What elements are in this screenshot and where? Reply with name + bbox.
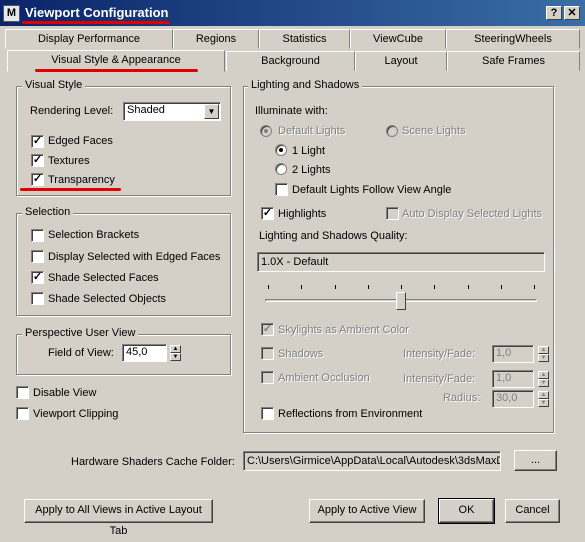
shade-selected-faces-label: Shade Selected Faces: [48, 272, 159, 284]
reflections-label: Reflections from Environment: [278, 408, 423, 420]
textures-label: Textures: [48, 155, 90, 167]
display-selected-edged-checkbox[interactable]: [31, 250, 44, 263]
cache-folder-label: Hardware Shaders Cache Folder:: [71, 456, 235, 468]
auto-display-label: Auto Display Selected Lights: [402, 208, 543, 220]
tab-display-performance[interactable]: Display Performance: [5, 29, 173, 49]
annotation-underline-title: [22, 21, 170, 24]
fov-label: Field of View:: [48, 347, 114, 359]
default-lights-label: Default Lights: [278, 125, 346, 137]
slider-tick: [301, 285, 303, 289]
two-lights-label: 2 Lights: [292, 164, 331, 176]
apply-active-view-button[interactable]: Apply to Active View: [309, 499, 425, 523]
close-button[interactable]: ✕: [564, 6, 580, 20]
scene-lights-label: Scene Lights: [402, 125, 466, 137]
apply-all-views-button[interactable]: Apply to All Views in Active Layout Tab: [24, 499, 213, 537]
quality-slider-thumb[interactable]: [396, 292, 406, 310]
auto-display-checkbox[interactable]: [386, 207, 399, 220]
fov-spin-up-icon[interactable]: ▲: [170, 345, 181, 353]
tab-layout[interactable]: Layout: [355, 51, 447, 71]
disable-view-label: Disable View: [33, 387, 97, 399]
shadows-checkbox[interactable]: [261, 347, 274, 360]
viewport-clipping-label: Viewport Clipping: [33, 408, 119, 420]
selection-title: Selection: [22, 206, 74, 218]
radius-label: Radius:: [443, 392, 481, 404]
slider-tick: [268, 285, 269, 289]
quality-label: Lighting and Shadows Quality:: [259, 230, 408, 242]
intensity-label-2: Intensity/Fade:: [403, 373, 476, 385]
help-button[interactable]: ?: [546, 6, 562, 20]
intensity-2-down-icon[interactable]: ▼: [538, 379, 549, 387]
intensity-input-2[interactable]: 1,0: [492, 370, 534, 388]
follow-view-angle-label: Default Lights Follow View Angle: [292, 184, 452, 196]
intensity-1-down-icon[interactable]: ▼: [538, 354, 549, 362]
ambient-occlusion-checkbox[interactable]: [261, 371, 274, 384]
default-lights-radio[interactable]: [260, 125, 272, 137]
radius-up-icon[interactable]: ▲: [538, 391, 549, 399]
cache-folder-path: C:\Users\Girmice\AppData\Local\Autodesk\…: [243, 451, 501, 471]
cancel-button[interactable]: Cancel: [505, 499, 560, 523]
display-selected-edged-label: Display Selected with Edged Faces: [48, 251, 221, 263]
quality-readout: 1.0X - Default: [257, 252, 545, 272]
highlights-checkbox[interactable]: ✓: [261, 207, 274, 220]
radius-input[interactable]: 30,0: [492, 390, 534, 408]
selection-brackets-label: Selection Brackets: [48, 229, 140, 241]
tab-statistics[interactable]: Statistics: [259, 29, 350, 49]
intensity-label-1: Intensity/Fade:: [403, 348, 476, 360]
edged-faces-checkbox[interactable]: ✓: [31, 135, 44, 148]
tab-viewcube[interactable]: ViewCube: [350, 29, 446, 49]
viewport-clipping-checkbox[interactable]: [16, 407, 29, 420]
tab-regions[interactable]: Regions: [173, 29, 259, 49]
lighting-title: Lighting and Shadows: [248, 79, 363, 91]
one-light-radio[interactable]: [275, 144, 287, 156]
edged-faces-label: Edged Faces: [48, 135, 113, 147]
fov-input[interactable]: 45,0: [122, 344, 167, 362]
shade-selected-faces-checkbox[interactable]: ✓: [31, 271, 44, 284]
perspective-title: Perspective User View: [22, 327, 139, 339]
visual-style-title: Visual Style: [22, 79, 86, 91]
illuminate-label: Illuminate with:: [255, 105, 328, 117]
browse-button[interactable]: ...: [514, 450, 557, 471]
slider-tick: [367, 285, 369, 289]
window-title: Viewport Configuration: [25, 5, 169, 20]
skylights-label: Skylights as Ambient Color: [278, 324, 409, 336]
skylights-checkbox[interactable]: ✓: [261, 323, 274, 336]
rendering-level-value: Shaded: [127, 104, 165, 116]
two-lights-radio[interactable]: [275, 163, 287, 175]
app-icon: M: [3, 5, 20, 22]
rendering-level-label: Rendering Level:: [30, 105, 114, 117]
intensity-2-up-icon[interactable]: ▲: [538, 371, 549, 379]
transparency-checkbox[interactable]: ✓: [31, 173, 44, 186]
shade-selected-objects-label: Shade Selected Objects: [48, 293, 167, 305]
slider-tick: [401, 285, 402, 289]
shade-selected-objects-checkbox[interactable]: [31, 292, 44, 305]
tab-steeringwheels[interactable]: SteeringWheels: [446, 29, 580, 49]
tab-safe-frames[interactable]: Safe Frames: [447, 51, 580, 71]
disable-view-checkbox[interactable]: [16, 386, 29, 399]
title-bar: M Viewport Configuration ? ✕: [0, 0, 585, 26]
fov-spin-down-icon[interactable]: ▼: [170, 353, 181, 361]
intensity-input-1[interactable]: 1,0: [492, 345, 534, 363]
scene-lights-radio[interactable]: [386, 125, 398, 137]
ambient-occlusion-label: Ambient Occlusion: [278, 372, 370, 384]
textures-checkbox[interactable]: ✓: [31, 154, 44, 167]
intensity-1-up-icon[interactable]: ▲: [538, 346, 549, 354]
shadows-label: Shadows: [278, 348, 324, 360]
one-light-label: 1 Light: [292, 145, 326, 157]
chevron-down-icon[interactable]: ▼: [204, 104, 219, 119]
reflections-checkbox[interactable]: [261, 407, 274, 420]
slider-tick: [334, 285, 336, 289]
annotation-underline-tab: [35, 69, 198, 72]
slider-tick: [500, 285, 502, 289]
transparency-label: Transparency: [48, 174, 115, 186]
annotation-underline-transparency: [20, 188, 121, 191]
slider-tick: [534, 285, 535, 289]
tab-background[interactable]: Background: [226, 51, 355, 71]
follow-view-angle-checkbox[interactable]: [275, 183, 288, 196]
selection-brackets-checkbox[interactable]: [31, 229, 44, 242]
highlights-label: Highlights: [278, 208, 327, 220]
radius-down-icon[interactable]: ▼: [538, 399, 549, 407]
slider-tick: [467, 285, 469, 289]
slider-tick: [434, 285, 436, 289]
ok-button[interactable]: OK: [438, 498, 495, 524]
